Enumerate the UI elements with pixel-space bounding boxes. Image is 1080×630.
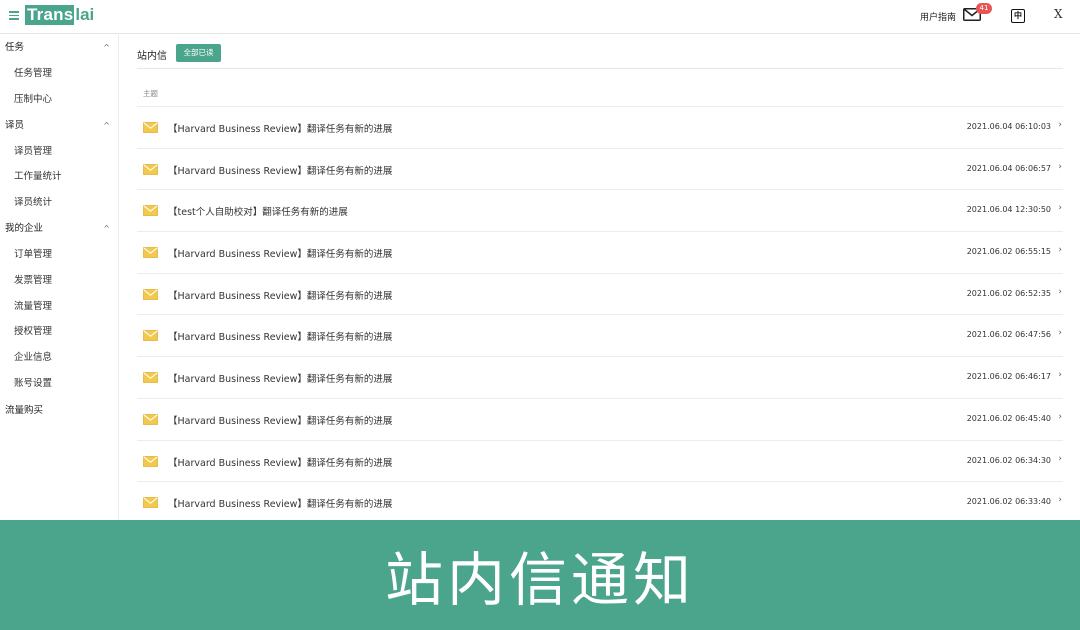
logo[interactable]: Trans lai (25, 5, 94, 25)
sidebar: 任务 ^ 任务管理 压制中心 译员 ^ 译员管理 工作量统计 译员统计 我的企业… (0, 35, 119, 520)
hamburger-icon[interactable] (9, 9, 19, 21)
message-row[interactable]: 【Harvard Business Review】翻译任务有新的进展 2021.0… (137, 232, 1063, 274)
envelope-icon (143, 330, 158, 342)
chevron-right-icon[interactable]: › (1058, 203, 1062, 213)
column-subject: 主题 (143, 89, 158, 98)
message-subject: 【Harvard Business Review】翻译任务有新的进展 (168, 457, 393, 469)
message-subject: 【Harvard Business Review】翻译任务有新的进展 (168, 124, 393, 135)
chevron-right-icon[interactable]: › (1058, 370, 1062, 380)
caption-banner: 站内信通知 (0, 520, 1080, 630)
sidebar-item-invoices[interactable]: 发票管理 (0, 268, 118, 294)
envelope-icon (143, 372, 158, 384)
envelope-icon (143, 122, 158, 133)
chevron-right-icon[interactable]: › (1058, 328, 1062, 338)
sidebar-item-orders[interactable]: 订单管理 (0, 242, 118, 268)
message-row[interactable]: 【Harvard Business Review】翻译任务有新的进展 2021.0… (137, 357, 1063, 399)
sidebar-item-authorization[interactable]: 授权管理 (0, 319, 118, 345)
chevron-right-icon[interactable]: › (1058, 162, 1062, 172)
message-time: 2021.06.02 06:47:56 (966, 330, 1051, 340)
envelope-icon (143, 163, 158, 175)
user-guide-link[interactable]: 用户指南 (920, 10, 956, 23)
message-row[interactable]: 【Harvard Business Review】翻译任务有新的进展 2021.0… (137, 315, 1063, 358)
sidebar-item-buy-traffic[interactable]: 流量购买 (0, 397, 118, 425)
message-list: 【Harvard Business Review】翻译任务有新的进展 2021.0… (137, 107, 1063, 524)
message-row[interactable]: 【Harvard Business Review】翻译任务有新的进展 2021.0… (137, 149, 1063, 191)
message-time: 2021.06.02 06:45:40 (966, 413, 1051, 423)
message-time: 2021.06.02 06:34:30 (966, 455, 1051, 465)
chevron-right-icon[interactable]: › (1058, 454, 1062, 464)
main-content: 站内信 全部已读 主题 【Harvard Business Review】翻译任… (137, 35, 1063, 524)
message-time: 2021.06.04 12:30:50 (966, 205, 1051, 215)
message-time: 2021.06.04 06:10:03 (966, 122, 1051, 131)
message-time: 2021.06.02 06:52:35 (966, 288, 1051, 298)
sidebar-item-account-settings[interactable]: 账号设置 (0, 371, 118, 397)
sidebar-item-translator-management[interactable]: 译员管理 (0, 139, 118, 165)
mark-all-read-button[interactable]: 全部已读 (176, 44, 221, 62)
message-subject: 【Harvard Business Review】翻译任务有新的进展 (168, 499, 393, 511)
top-header: Trans lai 用户指南 41 中 X (0, 0, 1080, 34)
sidebar-item-render-center[interactable]: 压制中心 (0, 87, 118, 113)
message-row[interactable]: 【Harvard Business Review】翻译任务有新的进展 2021.0… (137, 107, 1063, 149)
message-subject: 【Harvard Business Review】翻译任务有新的进展 (168, 249, 393, 261)
message-subject: 【Harvard Business Review】翻译任务有新的进展 (168, 374, 393, 386)
chevron-right-icon[interactable]: › (1058, 495, 1062, 505)
sidebar-item-enterprise-info[interactable]: 企业信息 (0, 345, 118, 371)
sidebar-group-task[interactable]: 任务 ^ (0, 35, 118, 61)
chevron-right-icon[interactable]: › (1058, 287, 1062, 297)
sidebar-item-task-management[interactable]: 任务管理 (0, 61, 118, 87)
message-time: 2021.06.02 06:55:15 (966, 247, 1051, 257)
table-header: 主题 (137, 69, 1063, 107)
message-subject: 【test个人自助校对】翻译任务有新的进展 (168, 207, 348, 219)
message-subject: 【Harvard Business Review】翻译任务有新的进展 (168, 415, 393, 427)
translate-icon[interactable]: X (1054, 7, 1063, 21)
sidebar-group-label: 任务 (5, 42, 25, 53)
sidebar-group-label: 我的企业 (5, 222, 44, 234)
message-row[interactable]: 【Harvard Business Review】翻译任务有新的进展 2021.0… (137, 274, 1063, 316)
chevron-right-icon[interactable]: › (1058, 412, 1062, 422)
message-time: 2021.06.02 06:46:17 (966, 372, 1051, 382)
envelope-icon (143, 455, 158, 467)
unread-badge: 41 (976, 3, 992, 14)
sidebar-item-workload-stats[interactable]: 工作量统计 (0, 164, 118, 190)
envelope-icon (143, 247, 158, 258)
message-row[interactable]: 【test个人自助校对】翻译任务有新的进展 2021.06.04 12:30:50… (137, 190, 1063, 233)
title-row: 站内信 全部已读 (137, 35, 1063, 69)
chevron-up-icon[interactable]: ^ (103, 35, 110, 61)
chevron-right-icon[interactable]: › (1058, 120, 1062, 130)
message-time: 2021.06.02 06:33:40 (966, 497, 1051, 507)
sidebar-item-translator-stats[interactable]: 译员统计 (0, 190, 118, 216)
message-time: 2021.06.04 06:06:57 (966, 163, 1051, 173)
message-subject: 【Harvard Business Review】翻译任务有新的进展 (168, 290, 393, 302)
message-row[interactable]: 【Harvard Business Review】翻译任务有新的进展 2021.0… (137, 482, 1063, 524)
envelope-icon (143, 205, 158, 217)
chevron-up-icon[interactable]: ^ (103, 113, 110, 139)
logo-part2: lai (75, 5, 95, 24)
envelope-icon (143, 413, 158, 425)
sidebar-group-enterprise[interactable]: 我的企业 ^ (0, 216, 118, 242)
envelope-icon (143, 288, 158, 300)
page-title: 站内信 (137, 51, 167, 62)
sidebar-group-translator[interactable]: 译员 ^ (0, 113, 118, 139)
banner-text: 站内信通知 (384, 546, 695, 614)
language-switch-icon[interactable]: 中 (1011, 9, 1025, 23)
sidebar-group-label: 译员 (5, 119, 25, 131)
message-subject: 【Harvard Business Review】翻译任务有新的进展 (168, 332, 393, 344)
message-row[interactable]: 【Harvard Business Review】翻译任务有新的进展 2021.0… (137, 399, 1063, 441)
message-subject: 【Harvard Business Review】翻译任务有新的进展 (168, 165, 393, 177)
sidebar-item-traffic[interactable]: 流量管理 (0, 294, 118, 320)
message-row[interactable]: 【Harvard Business Review】翻译任务有新的进展 2021.0… (137, 441, 1063, 483)
chevron-right-icon[interactable]: › (1058, 245, 1062, 255)
chevron-up-icon[interactable]: ^ (103, 216, 110, 242)
envelope-icon (143, 497, 158, 509)
logo-part1: Trans (25, 5, 75, 25)
